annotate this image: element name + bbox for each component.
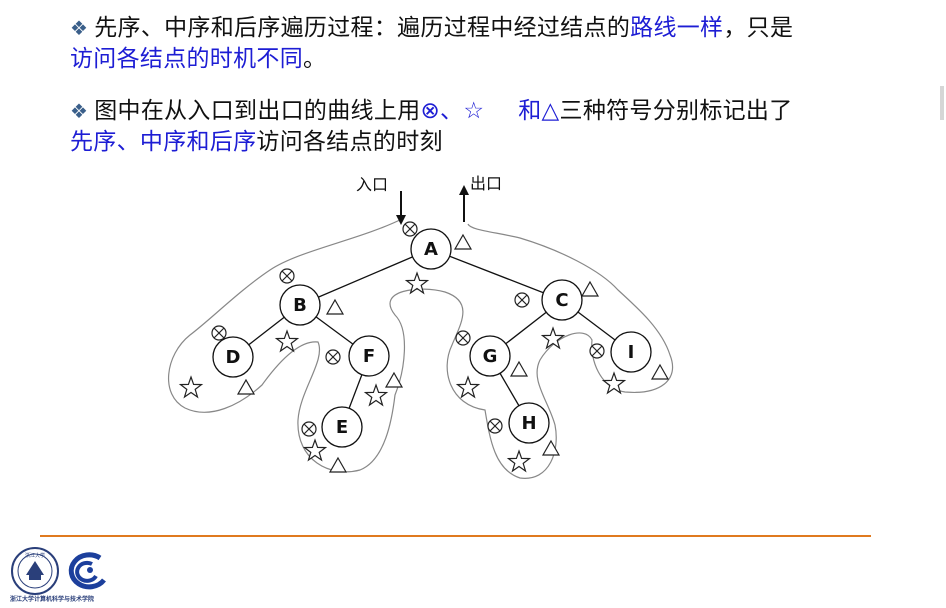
tree-node-h: H xyxy=(508,402,550,444)
node-label-e: E xyxy=(336,417,348,438)
circled-x-icon xyxy=(589,343,605,359)
circled-x-icon xyxy=(402,221,418,237)
slide-edge-mark xyxy=(940,86,944,120)
star-icon xyxy=(364,384,388,406)
node-label-i: I xyxy=(628,342,635,363)
edge-a-b xyxy=(299,248,432,306)
star-icon xyxy=(602,372,626,394)
tree-node-a: A xyxy=(410,228,452,270)
exit-label: 出口 xyxy=(470,174,502,193)
triangle-icon xyxy=(329,457,347,473)
exit-arrow-icon xyxy=(459,185,469,222)
node-label-a: A xyxy=(424,239,438,260)
tree-node-e: E xyxy=(321,406,363,448)
triangle-icon xyxy=(237,379,255,395)
star-icon xyxy=(275,330,299,352)
circled-x-icon xyxy=(211,325,227,341)
star-icon xyxy=(179,376,203,398)
node-label-f: F xyxy=(363,346,375,367)
entry-label: 入口 xyxy=(356,175,388,194)
node-label-c: C xyxy=(555,290,568,311)
node-label-h: H xyxy=(521,413,536,434)
triangle-icon xyxy=(651,364,669,380)
triangle-icon xyxy=(454,234,472,250)
entry-arrow-icon xyxy=(396,191,406,225)
triangle-icon xyxy=(510,361,528,377)
star-icon xyxy=(507,450,531,472)
college-caption: 浙江大学计算机科学与技术学院 xyxy=(10,596,95,603)
tree-node-d: D xyxy=(212,336,254,378)
tree-node-g: G xyxy=(469,335,511,377)
binary-tree-traversal-diagram: 入口 出口 A B C D F E G H I xyxy=(167,174,674,479)
circled-x-icon xyxy=(455,330,471,346)
star-icon xyxy=(456,376,480,398)
cs-college-logo-icon xyxy=(68,552,106,590)
zju-logo-icon: 浙江大学 xyxy=(11,547,59,595)
triangle-icon xyxy=(326,299,344,315)
tree-node-b: B xyxy=(279,284,321,326)
tree-node-i: I xyxy=(610,331,652,373)
circled-x-icon xyxy=(279,268,295,284)
circled-x-icon xyxy=(301,421,317,437)
node-label-d: D xyxy=(226,347,241,368)
zju-logo-text: 浙江大学 xyxy=(25,552,45,559)
tree-node-c: C xyxy=(541,279,583,321)
circled-x-icon xyxy=(487,418,503,434)
footer-divider xyxy=(40,535,871,537)
star-icon xyxy=(303,439,327,461)
tree-node-f: F xyxy=(348,335,390,377)
triangle-icon xyxy=(581,281,599,297)
node-label-b: B xyxy=(293,295,307,316)
circled-x-icon xyxy=(514,292,530,308)
circled-x-icon xyxy=(325,349,341,365)
edge-a-c xyxy=(430,248,563,301)
node-label-g: G xyxy=(483,346,498,367)
